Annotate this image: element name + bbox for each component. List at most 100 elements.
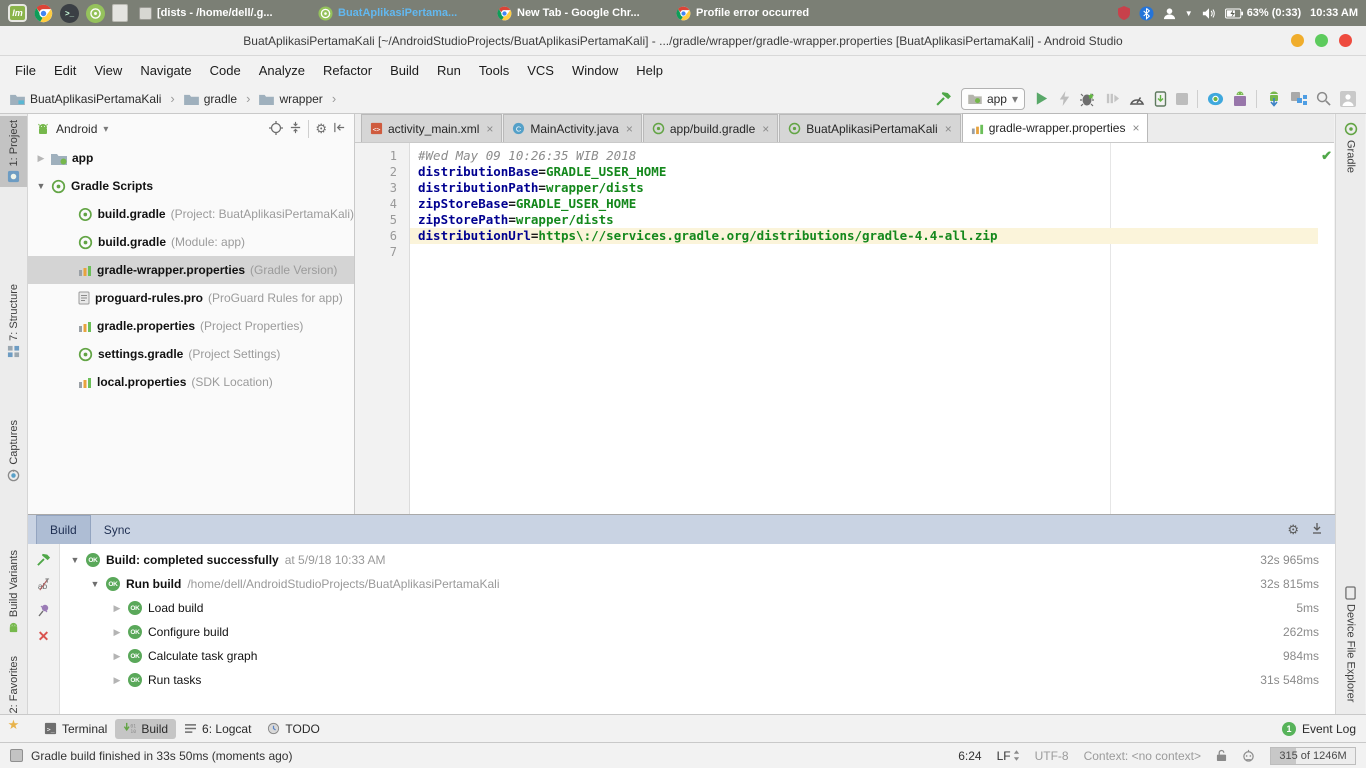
toolwindow-tab-build-variants[interactable]: Build Variants [0, 546, 27, 638]
close-panel-icon[interactable]: ✕ [38, 628, 50, 645]
build-row-root[interactable]: ▼ OK Build: completed successfully at 5/… [60, 548, 1335, 572]
menu-help[interactable]: Help [627, 59, 672, 82]
event-log-button[interactable]: 1 Event Log [1281, 721, 1356, 736]
maximize-button[interactable] [1315, 34, 1328, 47]
tree-item-build-gradle-project[interactable]: build.gradle (Project: BuatAplikasiPerta… [28, 200, 354, 228]
attach-debugger-button[interactable] [1154, 90, 1167, 107]
gear-icon[interactable]: ⚙ [315, 121, 327, 137]
volume-icon[interactable] [1202, 7, 1216, 20]
toolwindow-tab-captures[interactable]: Captures [0, 416, 27, 486]
rerun-build-icon[interactable] [36, 552, 51, 567]
breadcrumb-item[interactable]: BuatAplikasiPertamaKali [30, 92, 161, 106]
bluetooth-icon[interactable] [1139, 5, 1154, 21]
gear-icon[interactable]: ⚙ [1287, 522, 1299, 538]
taskbar-window-chrome-profile-error[interactable]: Profile error occurred [672, 3, 844, 24]
collapse-arrow-icon[interactable]: ▶ [112, 651, 122, 662]
taskbar-window-file-manager[interactable]: [dists - /home/dell/.g... [135, 3, 307, 24]
close-icon[interactable]: × [626, 122, 633, 136]
run-configuration-selector[interactable]: app ▾ [960, 87, 1025, 110]
lock-icon[interactable] [1216, 749, 1227, 762]
taskbar-window-chrome-newtab[interactable]: New Tab - Google Chr... [493, 3, 665, 24]
toolwindow-switcher-icon[interactable] [10, 749, 23, 762]
memory-indicator[interactable]: 315 of 1246M [1270, 746, 1356, 765]
avatar-icon[interactable] [1340, 90, 1356, 107]
menu-build[interactable]: Build [381, 59, 428, 82]
tree-item-gradle-properties[interactable]: gradle.properties (Project Properties) [28, 312, 354, 340]
android-studio-launcher-icon[interactable] [86, 3, 105, 23]
toolwindow-button-logcat[interactable]: 6: Logcat [176, 719, 259, 739]
project-view-selector[interactable]: Android [56, 122, 97, 136]
hide-panel-button[interactable] [333, 121, 346, 137]
menu-code[interactable]: Code [201, 59, 250, 82]
tree-item-settings-gradle[interactable]: settings.gradle (Project Settings) [28, 340, 354, 368]
toolwindow-tab-structure[interactable]: 7: Structure [0, 280, 27, 362]
sdk-manager-button[interactable] [1233, 91, 1247, 107]
close-icon[interactable]: × [762, 122, 769, 136]
menu-window[interactable]: Window [563, 59, 627, 82]
menu-vcs[interactable]: VCS [518, 59, 563, 82]
collapse-all-button[interactable] [289, 121, 302, 137]
project-structure-button[interactable] [1291, 91, 1307, 106]
minimize-button[interactable] [1291, 34, 1304, 47]
menu-edit[interactable]: Edit [45, 59, 85, 82]
collapse-arrow-icon[interactable]: ▶ [112, 627, 122, 638]
taskbar-window-android-studio[interactable]: BuatAplikasiPertama... [314, 3, 486, 24]
files-launcher-icon[interactable] [112, 4, 128, 22]
tree-item-local-properties[interactable]: local.properties (SDK Location) [28, 368, 354, 396]
tree-item-gradle-scripts[interactable]: ▼ Gradle Scripts [28, 172, 354, 200]
mint-menu-icon[interactable]: lm [8, 4, 27, 22]
close-icon[interactable]: × [486, 122, 493, 136]
expand-arrow-icon[interactable]: ▼ [70, 555, 80, 565]
profiler-button[interactable] [1129, 92, 1145, 106]
toolwindow-button-todo[interactable]: TODO [259, 719, 327, 739]
session-menu-icon[interactable]: ▼ [1185, 9, 1193, 18]
tree-item-proguard-rules[interactable]: proguard-rules.pro (ProGuard Rules for a… [28, 284, 354, 312]
menu-navigate[interactable]: Navigate [131, 59, 200, 82]
tree-item-app[interactable]: ▶ app [28, 144, 354, 172]
tree-item-gradle-wrapper-properties[interactable]: gradle-wrapper.properties (Gradle Versio… [28, 256, 354, 284]
menu-analyze[interactable]: Analyze [250, 59, 314, 82]
toolwindow-tab-favorites[interactable]: 2: Favorites ★ [0, 652, 27, 737]
filter-icon[interactable]: ab [36, 578, 51, 592]
collapse-arrow-icon[interactable]: ▶ [36, 153, 46, 164]
build-panel-tab-build[interactable]: Build [36, 515, 91, 544]
close-icon[interactable]: × [945, 122, 952, 136]
breadcrumb-item[interactable]: wrapper [279, 92, 322, 106]
build-row-run-build[interactable]: ▼ OK Run build /home/dell/AndroidStudioP… [60, 572, 1335, 596]
caret-position[interactable]: 6:24 [958, 749, 981, 763]
apply-changes-button[interactable] [1058, 91, 1071, 106]
breadcrumb-item[interactable]: gradle [204, 92, 237, 106]
build-row-configure-build[interactable]: ▶ OK Configure build 262ms [60, 620, 1335, 644]
expand-arrow-icon[interactable]: ▼ [90, 579, 100, 589]
inspection-ok-icon[interactable]: ✔ [1321, 148, 1332, 164]
toolwindow-tab-gradle[interactable]: Gradle [1336, 118, 1365, 177]
context-indicator[interactable]: Context: <no context> [1084, 749, 1201, 763]
avd-manager-button[interactable] [1207, 92, 1224, 106]
line-separator-indicator[interactable]: LF [997, 749, 1011, 763]
code-area[interactable]: #Wed May 09 10:26:35 WIB 2018 distributi… [410, 143, 1318, 514]
close-icon[interactable]: × [1132, 121, 1139, 135]
editor-scrollbar[interactable]: ✔ [1318, 143, 1334, 514]
editor-tab-gradle-wrapper-properties[interactable]: gradle-wrapper.properties × [961, 113, 1149, 142]
stop-button[interactable] [1176, 92, 1188, 105]
menu-view[interactable]: View [85, 59, 131, 82]
debug-button[interactable] [1080, 91, 1096, 107]
shield-icon[interactable] [1117, 6, 1130, 20]
build-row-load-build[interactable]: ▶ OK Load build 5ms [60, 596, 1335, 620]
close-button[interactable] [1339, 34, 1352, 47]
build-row-calculate-task-graph[interactable]: ▶ OK Calculate task graph 984ms [60, 644, 1335, 668]
highlighting-level-icon[interactable] [1242, 749, 1255, 762]
editor-tab-mainactivity[interactable]: C MainActivity.java × [503, 114, 642, 142]
menu-run[interactable]: Run [428, 59, 470, 82]
build-panel-tab-sync[interactable]: Sync [91, 515, 144, 544]
run-button[interactable] [1034, 91, 1049, 106]
editor-tab-activity-main[interactable]: <> activity_main.xml × [361, 114, 503, 142]
gradle-sync-button[interactable] [1266, 91, 1282, 107]
file-encoding[interactable]: UTF-8 [1035, 749, 1069, 763]
battery-indicator[interactable]: 63% (0:33) [1224, 7, 1301, 19]
terminal-launcher-icon[interactable]: >_ [60, 3, 79, 23]
menu-file[interactable]: File [6, 59, 45, 82]
toolwindow-button-build[interactable]: 01 10 Build [115, 718, 177, 739]
chrome-launcher-icon[interactable] [34, 4, 53, 23]
menu-refactor[interactable]: Refactor [314, 59, 381, 82]
